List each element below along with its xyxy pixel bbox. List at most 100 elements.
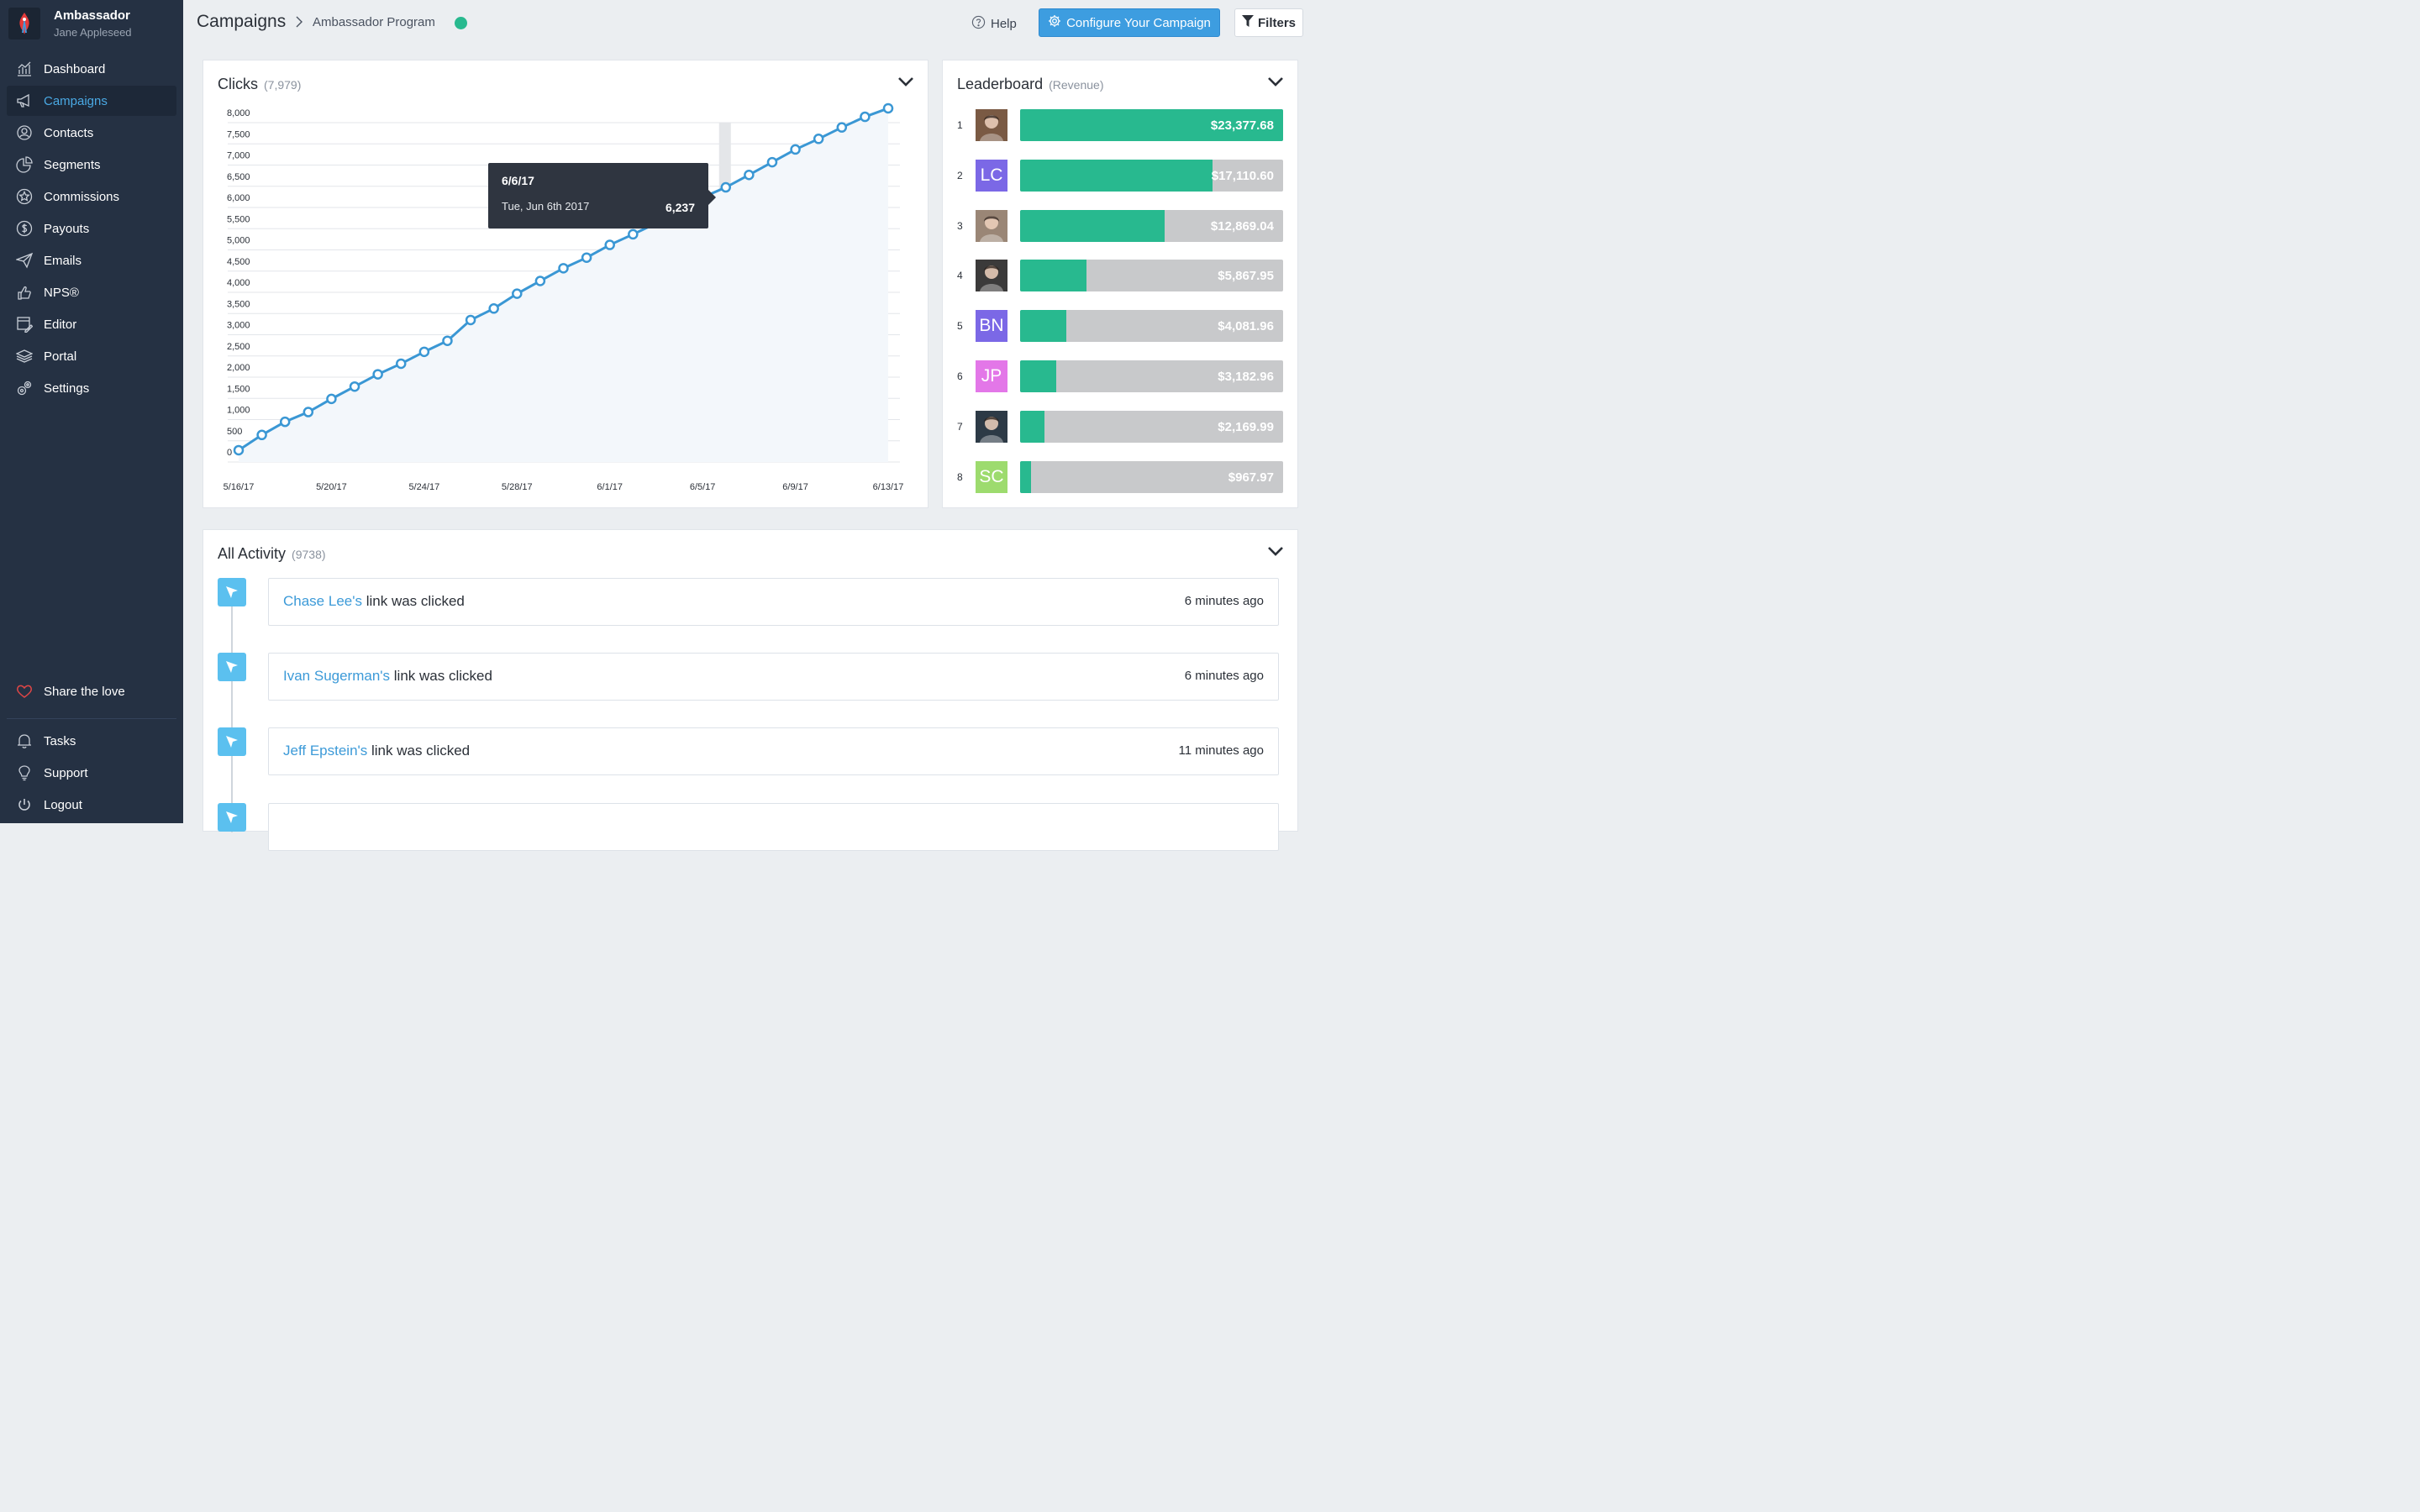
configure-campaign-button[interactable]: Configure Your Campaign <box>1039 8 1220 37</box>
data-point <box>790 144 801 155</box>
tooltip-long-date: Tue, Jun 6th 2017 <box>502 200 590 213</box>
sidebar: Ambassador Jane Appleseed Dashboard Camp… <box>0 0 183 823</box>
nps-icon <box>15 283 34 302</box>
filters-button[interactable]: Filters <box>1234 8 1303 37</box>
leaderboard-row[interactable]: 5 BN $4,081.96 <box>943 309 1299 343</box>
activity-user-link[interactable]: Ivan Sugerman's <box>283 668 390 684</box>
brand-header[interactable]: Ambassador Jane Appleseed <box>0 0 183 47</box>
activity-item[interactable]: Jeff Epstein's link was clicked 11 minut… <box>268 727 1279 775</box>
nav-item-portal[interactable]: Portal <box>7 341 176 371</box>
revenue-bar: $2,169.99 <box>1020 410 1283 443</box>
nav-item-editor[interactable]: Editor <box>7 309 176 339</box>
y-tick-label: 0 <box>227 448 232 458</box>
chevron-down-icon[interactable] <box>1267 76 1284 92</box>
activity-user-link[interactable]: Jeff Epstein's <box>283 743 367 759</box>
revenue-bar: $17,110.60 <box>1020 159 1283 192</box>
revenue-value: $3,182.96 <box>1218 370 1274 384</box>
nav-item-nps[interactable]: NPS® <box>7 277 176 307</box>
leaderboard-row[interactable]: 8 SC $967.97 <box>943 460 1299 494</box>
photo-avatar[interactable] <box>976 260 1007 292</box>
photo-avatar[interactable] <box>976 410 1007 443</box>
revenue-bar-fill <box>1020 310 1066 343</box>
page-title[interactable]: Campaigns <box>197 12 286 32</box>
leaderboard-row[interactable]: 7 $2,169.99 <box>943 410 1299 444</box>
help-link[interactable]: Help <box>971 15 1017 33</box>
nav-label: Payouts <box>44 221 90 236</box>
nav-label: Editor <box>44 317 77 332</box>
nav-item-payouts[interactable]: Payouts <box>7 213 176 244</box>
revenue-value: $4,081.96 <box>1218 319 1274 334</box>
data-point <box>418 346 430 358</box>
question-icon <box>971 15 986 33</box>
initials-avatar[interactable]: BN <box>976 310 1007 343</box>
nav-item-dashboard[interactable]: Dashboard <box>7 54 176 84</box>
nav-item-logout[interactable]: Logout <box>7 790 176 820</box>
revenue-bar: $23,377.68 <box>1020 109 1283 141</box>
nav-item-settings[interactable]: Settings <box>7 373 176 403</box>
topbar: Campaigns Ambassador Program Help Config… <box>183 0 1318 45</box>
tooltip-date: 6/6/17 <box>502 174 534 187</box>
nav-item-contacts[interactable]: Contacts <box>7 118 176 148</box>
y-tick-label: 6,500 <box>227 172 250 182</box>
nav-item-tasks[interactable]: Tasks <box>7 726 176 756</box>
revenue-value: $12,869.04 <box>1210 218 1274 234</box>
leaderboard-rank: 1 <box>957 119 963 131</box>
leaderboard-row[interactable]: 1 $23,377.68 <box>943 108 1299 142</box>
data-point <box>744 169 755 181</box>
nav-item-emails[interactable]: Emails <box>7 245 176 276</box>
nav-item-support[interactable]: Support <box>7 758 176 788</box>
nav-item-segments[interactable]: Segments <box>7 150 176 180</box>
revenue-value: $2,169.99 <box>1218 419 1274 434</box>
initials-avatar[interactable]: SC <box>976 460 1007 493</box>
x-tick-label: 5/16/17 <box>224 482 255 492</box>
leaderboard-row[interactable]: 4 $5,867.95 <box>943 259 1299 292</box>
revenue-bar: $4,081.96 <box>1020 310 1283 343</box>
nav-item-campaigns[interactable]: Campaigns <box>7 86 176 116</box>
y-tick-label: 500 <box>227 427 242 437</box>
y-tick-label: 7,500 <box>227 129 250 139</box>
data-point <box>396 358 407 370</box>
nav-label: Share the love <box>44 684 125 699</box>
data-point <box>860 111 871 123</box>
activity-action: link was clicked <box>361 593 465 609</box>
activity-item[interactable] <box>268 803 1279 851</box>
data-point <box>628 228 639 240</box>
filters-label: Filters <box>1257 15 1296 30</box>
clicks-chart: 0 500 1,000 1,500 2,000 2,500 3,000 3,500 4,000 4… <box>224 102 903 492</box>
clicks-count: (7,979) <box>264 78 302 92</box>
sidebar-bottom: Share the love Tasks Support Logout <box>0 676 183 823</box>
leaderboard-row[interactable]: 6 JP $3,182.96 <box>943 360 1299 393</box>
activity-user-link[interactable]: Chase Lee's <box>283 593 362 609</box>
initials-avatar[interactable]: LC <box>976 159 1007 192</box>
activity-item[interactable]: Chase Lee's link was clicked 6 minutes a… <box>268 578 1279 626</box>
data-point <box>813 134 824 144</box>
revenue-bar: $967.97 <box>1020 460 1283 493</box>
cursor-icon <box>218 653 246 681</box>
nav-label: Tasks <box>44 733 76 748</box>
y-tick-label: 1,000 <box>227 406 250 416</box>
y-tick-label: 5,500 <box>227 214 250 224</box>
editor-icon <box>15 315 34 333</box>
nav-item-commissions[interactable]: Commissions <box>7 181 176 212</box>
activity-time: 6 minutes ago <box>1184 594 1264 608</box>
user-name: Jane Appleseed <box>54 26 132 39</box>
leaderboard-rank: 4 <box>957 270 963 282</box>
nav-label: Settings <box>44 381 90 396</box>
breadcrumb-campaign[interactable]: Ambassador Program <box>313 15 435 29</box>
chevron-down-icon[interactable] <box>1267 545 1284 561</box>
photo-avatar[interactable] <box>976 109 1007 141</box>
leaderboard-row[interactable]: 3 $12,869.04 <box>943 209 1299 243</box>
leaderboard-row[interactable]: 2 LC $17,110.60 <box>943 159 1299 192</box>
activity-text: Jeff Epstein's link was clicked <box>283 743 470 759</box>
nav-item-share[interactable]: Share the love <box>7 676 176 706</box>
x-tick-label: 5/20/17 <box>316 482 347 492</box>
x-tick-label: 6/9/17 <box>782 482 808 492</box>
initials-avatar[interactable]: JP <box>976 360 1007 392</box>
chart-icon <box>15 60 34 78</box>
photo-avatar[interactable] <box>976 209 1007 242</box>
y-tick-label: 6,000 <box>227 193 250 203</box>
leaderboard-rank: 5 <box>957 320 963 333</box>
configure-label: Configure Your Campaign <box>1066 15 1211 30</box>
nav-label: NPS® <box>44 285 79 300</box>
activity-item[interactable]: Ivan Sugerman's link was clicked 6 minut… <box>268 653 1279 701</box>
